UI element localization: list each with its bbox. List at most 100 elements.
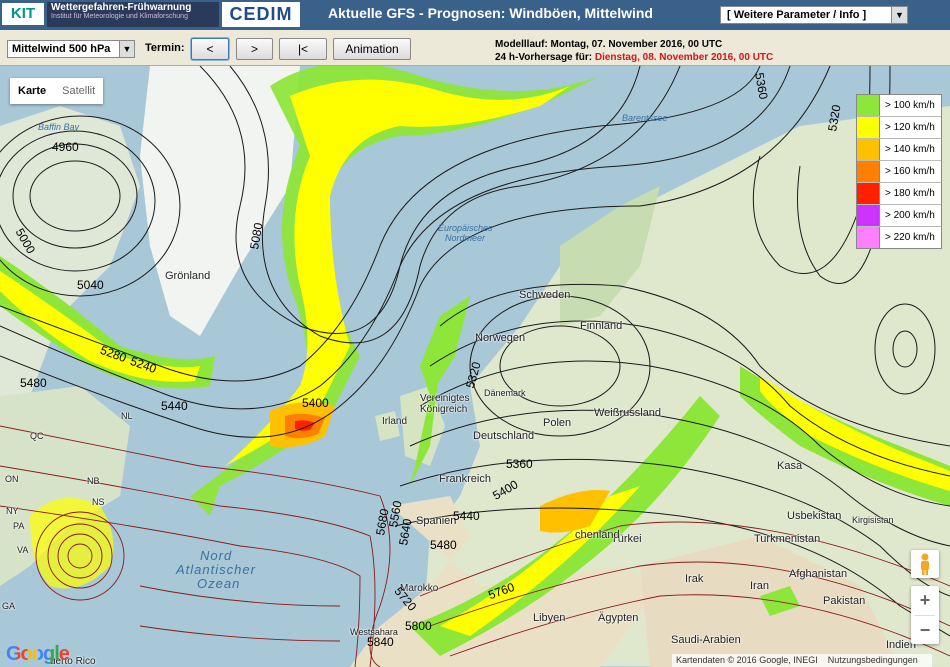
- legend-label: > 180 km/h: [885, 188, 935, 199]
- legend-row: > 180 km/h: [857, 183, 941, 205]
- wind-legend: > 100 km/h > 120 km/h > 140 km/h > 160 k…: [856, 94, 942, 249]
- pegman-icon: [921, 553, 929, 575]
- place-label: Deutschland: [473, 430, 535, 442]
- legend-label: > 120 km/h: [885, 122, 935, 133]
- place-label: ON: [5, 474, 19, 484]
- place-label: Iran: [750, 580, 769, 592]
- parameter-select-value: [ Weitere Parameter / Info ]: [727, 9, 867, 21]
- run-info: Modelllauf: Montag, 07. November 2016, 0…: [495, 38, 773, 64]
- place-label: QC: [30, 431, 44, 441]
- contour-label: 5800: [405, 619, 432, 633]
- legend-label: > 140 km/h: [885, 144, 935, 155]
- toolbar: Mittelwind 500 hPa ▼ Termin: < > |< Anim…: [0, 30, 950, 66]
- level-select[interactable]: Mittelwind 500 hPa ▼: [7, 40, 135, 58]
- place-label: Kasa: [777, 460, 803, 472]
- legend-swatch: [857, 95, 880, 116]
- contour-label: 5400: [302, 396, 329, 410]
- zoom-in-button[interactable]: +: [911, 586, 939, 615]
- terms-of-use-link[interactable]: Nutzungsbedingungen: [828, 655, 918, 665]
- contour-label: 5440: [161, 399, 188, 413]
- parameter-select[interactable]: [ Weitere Parameter / Info ] ▼: [720, 6, 908, 24]
- legend-swatch: [857, 183, 880, 204]
- contour-label: 5480: [430, 538, 457, 552]
- header-bar: KIT Wettergefahren-Frühwarnung Institut …: [0, 0, 950, 30]
- legend-swatch: [857, 117, 880, 138]
- place-label: Europäisches: [438, 223, 493, 233]
- legend-row: > 120 km/h: [857, 117, 941, 139]
- place-label: Frankreich: [439, 473, 491, 485]
- contour-label: 4960: [52, 140, 79, 154]
- place-label: Weißrussland: [594, 407, 662, 419]
- legend-label: > 220 km/h: [885, 232, 935, 243]
- place-label: Saudi-Arabien: [671, 634, 741, 646]
- map-data-attribution: Kartendaten © 2016 Google, INEGI: [676, 655, 818, 665]
- legend-row: > 220 km/h: [857, 227, 941, 248]
- next-button[interactable]: >: [236, 38, 273, 60]
- google-logo[interactable]: Google: [6, 643, 70, 666]
- legend-label: > 160 km/h: [885, 166, 935, 177]
- termin-label: Termin:: [145, 42, 185, 54]
- map-type-control: Karte Satellit: [10, 78, 104, 104]
- legend-row: > 160 km/h: [857, 161, 941, 183]
- place-label: Spanien: [416, 515, 457, 527]
- place-label: Norwegen: [475, 332, 526, 344]
- kit-logo[interactable]: KIT: [2, 3, 44, 25]
- place-label: Grönland: [165, 270, 211, 282]
- legend-label: > 200 km/h: [885, 210, 935, 221]
- place-label: VA: [17, 545, 29, 555]
- place-label: NY: [6, 506, 19, 516]
- legend-swatch: [857, 161, 880, 182]
- map-type-map-button[interactable]: Karte: [10, 78, 54, 104]
- place-label: Ozean: [197, 576, 241, 591]
- place-label: Dänemark: [484, 388, 526, 398]
- place-label: Afghanistan: [789, 568, 848, 580]
- place-label: Libyen: [533, 612, 566, 624]
- place-label: chenland: [575, 529, 620, 541]
- map-attribution: Kartendaten © 2016 Google, INEGI Nutzungs…: [672, 654, 932, 667]
- street-view-pegman-icon[interactable]: [911, 550, 939, 578]
- place-label: Atlantischer: [176, 562, 256, 577]
- previous-button[interactable]: <: [191, 38, 229, 60]
- place-label: NS: [92, 497, 105, 507]
- legend-row: > 100 km/h: [857, 95, 941, 117]
- map-type-satellite-button[interactable]: Satellit: [54, 78, 103, 104]
- first-button[interactable]: |<: [279, 38, 327, 60]
- place-label: Schweden: [519, 289, 571, 301]
- place-label: Irak: [685, 573, 704, 585]
- model-run-text: Modelllauf: Montag, 07. November 2016, 0…: [495, 39, 723, 50]
- map-canvas[interactable]: Baffin Bay Grönland Europäisches Nordmee…: [0, 66, 950, 667]
- place-label: Nord: [200, 548, 233, 563]
- place-label: NL: [121, 411, 133, 421]
- wettergefahren-logo-subtitle: Institut für Meteorologie und Klimaforsc…: [51, 13, 188, 20]
- place-label: Pakistan: [823, 595, 866, 607]
- legend-swatch: [857, 139, 880, 160]
- place-label: Kirgisistan: [852, 515, 894, 525]
- place-label: GA: [2, 601, 16, 611]
- place-label: Finnland: [580, 320, 623, 332]
- wettergefahren-logo[interactable]: Wettergefahren-Frühwarnung Institut für …: [47, 2, 219, 27]
- zoom-out-button[interactable]: −: [911, 616, 939, 645]
- contour-label: 5040: [77, 278, 104, 292]
- legend-swatch: [857, 227, 880, 248]
- place-label: Barentssee: [622, 113, 668, 123]
- place-label: PA: [13, 521, 25, 531]
- legend-label: > 100 km/h: [885, 100, 935, 111]
- place-label: NB: [87, 476, 100, 486]
- place-label: Polen: [543, 417, 572, 429]
- forecast-text: 24 h-Vorhersage für: Dienstag, 08. Novem…: [495, 51, 773, 64]
- legend-swatch: [857, 205, 880, 226]
- contour-label: 5360: [506, 457, 533, 471]
- forecast-date: Dienstag, 08. November 2016, 00 UTC: [594, 52, 774, 63]
- place-label: Baffin Bay: [38, 122, 80, 132]
- cedim-logo[interactable]: CEDIM: [222, 2, 300, 27]
- contour-label: 5480: [20, 376, 47, 390]
- contour-label: 5840: [367, 635, 394, 649]
- legend-row: > 140 km/h: [857, 139, 941, 161]
- place-label: Vereinigtes: [420, 393, 470, 404]
- google-logo-text: Google: [6, 643, 70, 665]
- contour-label: 5440: [453, 509, 480, 523]
- zoom-control: + −: [911, 586, 939, 644]
- animation-button[interactable]: Animation: [333, 38, 411, 60]
- place-label: Nordmeer: [445, 233, 486, 243]
- place-label: Ägypten: [598, 612, 639, 624]
